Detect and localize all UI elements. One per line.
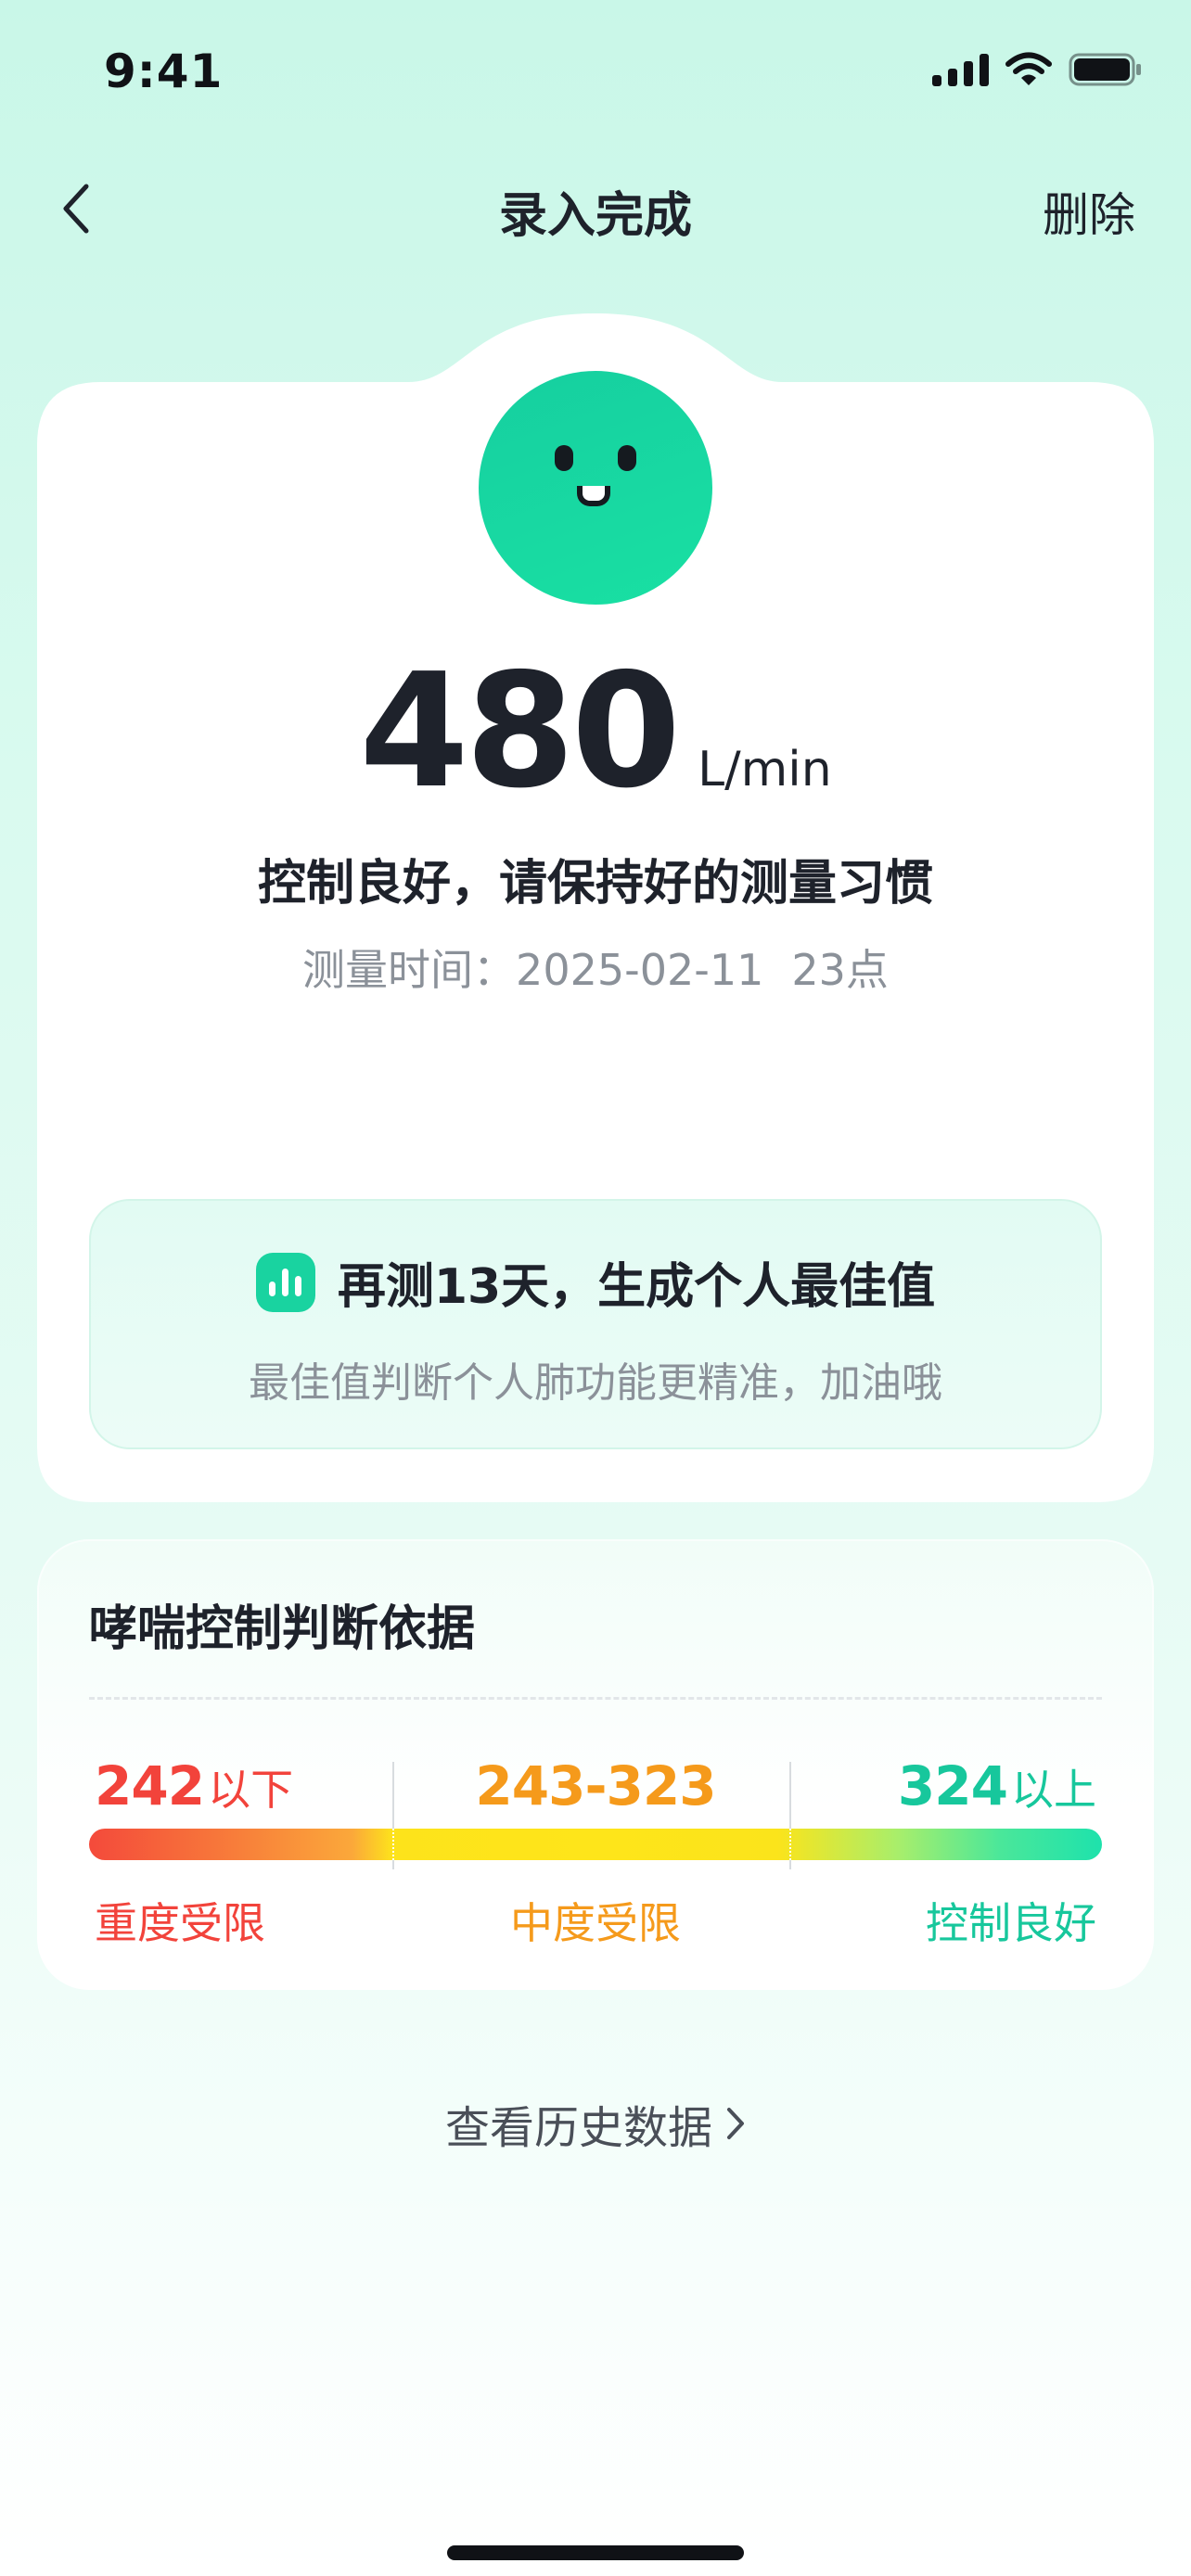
measurement-time-label: 测量时间： — [302, 945, 517, 995]
criteria-card: 哮喘控制判断依据 242以下 243-323 324以上 重度受限 中度受限 控… — [37, 1539, 1154, 1990]
delete-button[interactable]: 删除 — [1043, 178, 1135, 245]
wifi-icon — [1005, 52, 1052, 85]
range-good-number: 324 — [897, 1754, 1008, 1817]
divider — [89, 1697, 1102, 1700]
cellular-signal-icon — [932, 53, 989, 86]
reading-value: 480 — [359, 640, 681, 823]
page-title: 录入完成 — [498, 188, 692, 244]
level-good: 控制良好 — [926, 1898, 1096, 1948]
smiley-face-icon — [479, 371, 712, 605]
measurement-date: 2025-02-11 — [516, 945, 764, 995]
criteria-title: 哮喘控制判断依据 — [89, 1601, 476, 1657]
view-history-label: 查看历史数据 — [444, 2102, 712, 2154]
measurement-time: 测量时间：2025-02-11 23点 — [37, 937, 1154, 998]
status-bar: 9:41 — [0, 0, 1191, 139]
reading-unit: L/min — [698, 742, 832, 797]
range-good: 324以上 — [898, 1754, 1096, 1817]
home-indicator — [447, 2545, 744, 2560]
range-gradient-bar — [89, 1829, 1102, 1860]
tip-row: 再测13天，生成个人最佳值 — [91, 1247, 1100, 1317]
bar-chart-icon — [255, 1252, 315, 1312]
bar-separator — [392, 1829, 394, 1860]
tip-subtitle: 最佳值判断个人肺功能更精准，加油哦 — [249, 1359, 942, 1407]
best-value-tip: 再测13天，生成个人最佳值 最佳值判断个人肺功能更精准，加油哦 — [89, 1199, 1102, 1449]
reading: 480 L/min — [37, 640, 1154, 823]
measurement-hour: 23点 — [791, 945, 889, 995]
control-status-text: 控制良好，请保持好的测量习惯 — [257, 856, 933, 912]
status-time: 9:41 — [104, 45, 224, 98]
chevron-right-icon — [727, 2108, 744, 2139]
range-moderate-number: 243-323 — [475, 1754, 716, 1817]
nav-bar: 录入完成 删除 — [0, 167, 1191, 250]
battery-icon — [1069, 53, 1141, 86]
result-card: 480 L/min 控制良好，请保持好的测量习惯 测量时间：2025-02-11 2… — [37, 306, 1154, 1502]
tip-title: 再测13天，生成个人最佳值 — [337, 1259, 936, 1315]
status-icons — [932, 52, 1143, 87]
view-history-link[interactable]: 查看历史数据 — [0, 2091, 1191, 2156]
range-good-suffix: 以上 — [1011, 1765, 1096, 1815]
bar-separator — [789, 1829, 791, 1860]
